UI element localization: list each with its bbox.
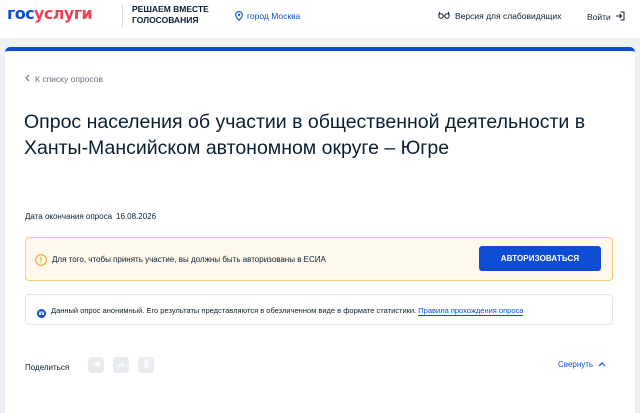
telegram-share-button[interactable] xyxy=(88,357,104,373)
end-date-value: 16.08.2026 xyxy=(116,212,157,221)
collapse-toggle[interactable]: Свернуть xyxy=(558,360,606,369)
chevron-left-icon xyxy=(25,74,30,84)
survey-end-date: Дата окончания опроса 16.08.2026 xyxy=(25,212,156,221)
back-link-label: К списку опросов xyxy=(35,74,103,84)
authorize-button[interactable]: АВТОРИЗОВАТЬСЯ xyxy=(479,246,601,271)
location-pin-icon xyxy=(235,11,243,21)
survey-rules-link[interactable]: Правила прохождения опроса xyxy=(418,306,524,316)
collapse-label: Свернуть xyxy=(558,360,594,369)
slogan-line-1: РЕШАЕМ ВМЕСТЕ xyxy=(132,4,209,14)
service-slogan: РЕШАЕМ ВМЕСТЕ ГОЛОСОВАНИЯ xyxy=(132,4,222,25)
login-link[interactable]: Войти xyxy=(587,11,625,23)
accessibility-label: Версия для слабовидящих xyxy=(455,11,562,21)
logo-part-gos: гос xyxy=(7,4,35,23)
login-icon xyxy=(615,11,625,23)
logo-part-uslugi: услуги xyxy=(34,4,93,23)
anonymous-info-sentence: Данный опрос анонимный. Его результаты п… xyxy=(51,306,417,315)
warning-icon xyxy=(35,253,47,271)
city-name: город Москва xyxy=(247,11,301,21)
gosuslugi-logo[interactable]: госуслуги xyxy=(7,4,93,24)
survey-title: Опрос населения об участии в общественно… xyxy=(24,111,586,159)
odnoklassniki-icon xyxy=(143,359,150,371)
slogan-line-2: ГОЛОСОВАНИЯ xyxy=(132,14,199,25)
anonymous-icon xyxy=(37,305,46,323)
auth-warning-text: Для того, чтобы принять участие, вы долж… xyxy=(52,255,326,264)
header-divider xyxy=(122,4,123,28)
survey-card: К списку опросов Опрос населения об учас… xyxy=(5,47,635,413)
glasses-icon xyxy=(438,11,450,21)
back-to-surveys-link[interactable]: К списку опросов xyxy=(25,74,103,84)
vk-share-button[interactable]: vk xyxy=(113,357,129,373)
login-label: Войти xyxy=(587,12,611,22)
odnoklassniki-share-button[interactable] xyxy=(138,357,154,373)
auth-warning-banner: Для того, чтобы принять участие, вы долж… xyxy=(25,237,613,281)
city-selector[interactable]: город Москва xyxy=(235,11,300,21)
vk-icon: vk xyxy=(117,361,125,369)
share-label: Поделиться xyxy=(25,363,70,372)
accessibility-version-link[interactable]: Версия для слабовидящих xyxy=(438,11,561,21)
telegram-icon xyxy=(92,360,101,370)
anonymous-info-text: Данный опрос анонимный. Его результаты п… xyxy=(51,306,524,316)
top-bar: госуслуги РЕШАЕМ ВМЕСТЕ ГОЛОСОВАНИЯ горо… xyxy=(0,0,640,38)
end-date-label: Дата окончания опроса xyxy=(25,212,113,221)
chevron-up-icon xyxy=(598,360,606,369)
anonymous-info-banner: Данный опрос анонимный. Его результаты п… xyxy=(25,294,613,325)
